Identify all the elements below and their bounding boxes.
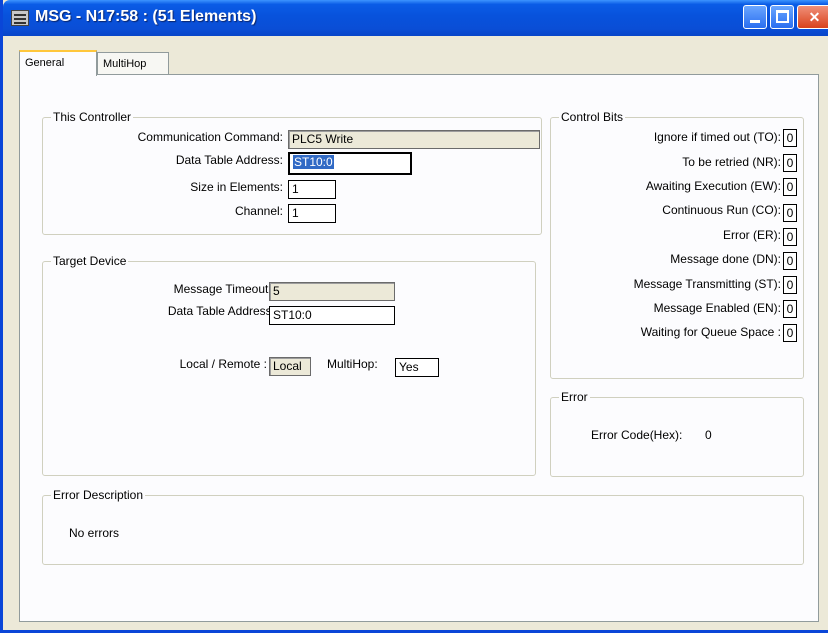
- minimize-icon: [750, 20, 760, 23]
- control-bit-label-to: Ignore if timed out (TO):: [653, 130, 781, 144]
- error-description-legend: Error Description: [51, 488, 146, 502]
- error-description-group: Error Description No errors: [42, 488, 804, 565]
- target-data-table-address-field[interactable]: ST10:0: [269, 306, 395, 325]
- control-bit-label-co: Continuous Run (CO):: [662, 203, 781, 217]
- error-code-value: 0: [705, 428, 712, 442]
- control-bit-label-en: Message Enabled (EN):: [653, 301, 781, 315]
- message-timeout-field: 5: [269, 282, 395, 301]
- control-bit-value-co: 0: [783, 204, 797, 222]
- error-description-text: No errors: [69, 526, 120, 540]
- maximize-icon: [776, 10, 789, 23]
- multihop-label: MultiHop:: [327, 357, 378, 371]
- control-bit-value-to: 0: [783, 129, 797, 147]
- message-timeout-label: Message Timeout :: [173, 282, 275, 296]
- control-bit-value-en: 0: [783, 300, 797, 318]
- control-bit-value-nr: 0: [783, 154, 797, 172]
- control-bit-value-er: 0: [783, 228, 797, 246]
- control-bit-value-queue: 0: [783, 324, 797, 342]
- close-icon: ✕: [808, 9, 821, 25]
- this-controller-group: This Controller Communication Command: P…: [42, 110, 542, 235]
- minimize-button[interactable]: [743, 5, 767, 29]
- control-bits-group: Control Bits Ignore if timed out (TO): 0…: [550, 110, 804, 379]
- control-bits-legend: Control Bits: [559, 110, 626, 124]
- control-bit-value-ew: 0: [783, 178, 797, 196]
- target-device-group: Target Device Message Timeout : 5 Data T…: [42, 254, 536, 476]
- size-in-elements-field[interactable]: 1: [288, 180, 336, 199]
- target-data-table-address-label: Data Table Address:: [167, 304, 275, 318]
- title-bar[interactable]: MSG - N17:58 : (51 Elements) ✕: [3, 0, 828, 36]
- control-bit-label-queue: Waiting for Queue Space :: [640, 325, 781, 339]
- channel-label: Channel:: [234, 204, 283, 218]
- tab-general[interactable]: General: [19, 50, 97, 76]
- target-device-legend: Target Device: [51, 254, 129, 268]
- control-bit-value-st: 0: [783, 276, 797, 294]
- app-icon[interactable]: [11, 10, 29, 26]
- control-bit-label-er: Error (ER):: [723, 228, 781, 242]
- control-bit-label-dn: Message done (DN):: [670, 252, 781, 266]
- control-bit-label-ew: Awaiting Execution (EW):: [645, 179, 781, 193]
- multihop-field[interactable]: Yes: [395, 358, 439, 377]
- tab-multihop[interactable]: MultiHop: [97, 52, 169, 74]
- control-bit-label-st: Message Transmitting (ST):: [633, 277, 781, 291]
- error-code-label: Error Code(Hex):: [591, 428, 683, 442]
- controller-data-table-address-value: ST10:0: [293, 155, 334, 169]
- error-legend: Error: [559, 390, 590, 404]
- control-bit-label-nr: To be retried (NR):: [682, 155, 781, 169]
- size-in-elements-label: Size in Elements:: [190, 180, 283, 194]
- this-controller-legend: This Controller: [51, 110, 134, 124]
- control-bit-value-dn: 0: [783, 252, 797, 270]
- window-title: MSG - N17:58 : (51 Elements): [35, 8, 257, 25]
- error-group: Error Error Code(Hex): 0: [550, 390, 804, 477]
- local-remote-field: Local: [269, 357, 311, 376]
- msg-window: MSG - N17:58 : (51 Elements) ✕ General M…: [0, 0, 828, 633]
- maximize-button[interactable]: [770, 5, 794, 29]
- controller-data-table-address-field[interactable]: ST10:0: [288, 152, 412, 175]
- communication-command-field: PLC5 Write: [288, 130, 540, 149]
- controller-data-table-address-label: Data Table Address:: [175, 153, 283, 167]
- close-button[interactable]: ✕: [797, 5, 828, 29]
- general-tab-panel: This Controller Communication Command: P…: [19, 74, 819, 622]
- local-remote-label: Local / Remote :: [179, 357, 267, 371]
- communication-command-label: Communication Command:: [137, 130, 283, 144]
- channel-field[interactable]: 1: [288, 204, 336, 223]
